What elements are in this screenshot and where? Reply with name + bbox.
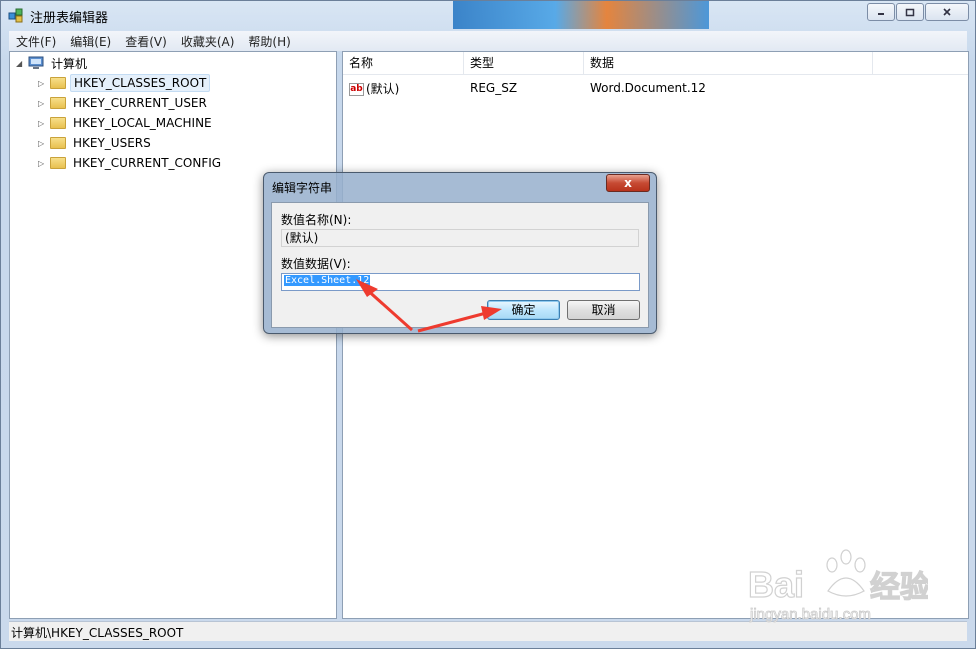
watermark-url: jingyan.baidu.com [749,606,871,623]
ok-button[interactable]: 确定 [487,300,560,320]
value-name-label: 数值名称(N): [281,213,352,227]
tree-item-hku[interactable]: ▷ HKEY_USERS [38,134,154,152]
tree-label-hklm: HKEY_LOCAL_MACHINE [73,116,212,130]
tree-item-hkcu[interactable]: ▷ HKEY_CURRENT_USER [38,94,210,112]
menu-file[interactable]: 文件(F) [9,33,63,50]
menu-favorites[interactable]: 收藏夹(A) [174,33,242,50]
value-name-field: (默认) [281,229,639,247]
minimize-button[interactable] [867,3,895,21]
regedit-icon [8,8,23,23]
key-tree-pane[interactable]: ◢ 计算机 ▷ HKEY_CLASSES_ROOT ▷ HKEY_CURRENT… [9,51,337,619]
tree-label-hkcr: HKEY_CLASSES_ROOT [70,74,211,92]
tree-label-hkcu: HKEY_CURRENT_USER [73,96,207,110]
caption-buttons [867,3,969,21]
close-window-button[interactable] [925,3,969,21]
expand-arrow-icon[interactable]: ▷ [38,99,48,108]
minimize-icon [878,13,884,15]
baidu-paw-logo: Bai 经验 jingyan.baidu.com [747,549,931,623]
folder-icon [50,117,66,129]
dialog-title: 编辑字符串 [272,181,333,195]
expand-arrow-icon[interactable]: ▷ [38,79,48,88]
menu-edit[interactable]: 编辑(E) [63,33,118,50]
close-icon [943,8,951,16]
expand-arrow-icon[interactable]: ▷ [38,139,48,148]
edit-string-dialog: 编辑字符串 x 数值名称(N): (默认) 数值数据(V): Excel.She… [263,172,657,334]
string-value-icon: ab [349,82,364,96]
cell-type: REG_SZ [470,81,518,95]
folder-icon [50,157,66,169]
menu-help[interactable]: 帮助(H) [241,33,297,50]
folder-icon [50,97,66,109]
collapse-arrow-icon[interactable]: ◢ [16,59,26,68]
tree-label-hkcc: HKEY_CURRENT_CONFIG [73,156,222,170]
folder-icon [50,137,66,149]
list-header: 名称 类型 数据 [343,52,968,75]
watermark-brand-cn: 经验 [870,570,928,604]
value-list-pane[interactable]: 名称 类型 数据 ab (默认) REG_SZ Word.Document.12 [342,51,969,619]
desktop-background-strip [453,1,709,29]
restore-button[interactable] [896,3,924,21]
column-header-name[interactable]: 名称 [343,52,464,74]
tree-item-hklm[interactable]: ▷ HKEY_LOCAL_MACHINE [38,114,215,132]
expand-arrow-icon[interactable]: ▷ [38,119,48,128]
table-row[interactable]: ab (默认) REG_SZ Word.Document.12 [343,78,968,98]
value-data-label: 数值数据(V): [281,257,351,271]
tree-item-computer[interactable]: ◢ 计算机 [16,54,90,72]
expand-arrow-icon[interactable]: ▷ [38,159,48,168]
status-path: 计算机\HKEY_CLASSES_ROOT [11,626,184,640]
cell-name: ab (默认) [343,80,464,97]
value-data-text: Excel.Sheet.12 [284,275,371,286]
folder-icon [50,77,66,89]
tree-label-hku: HKEY_USERS [73,136,151,150]
tree-label-computer: 计算机 [51,56,88,71]
value-data-input[interactable]: Excel.Sheet.12 [281,273,640,291]
column-header-data[interactable]: 数据 [584,52,873,74]
tree-item-hkcc[interactable]: ▷ HKEY_CURRENT_CONFIG [38,154,224,172]
tree-item-hkcr[interactable]: ▷ HKEY_CLASSES_ROOT [38,74,211,92]
menu-bar: 文件(F) 编辑(E) 查看(V) 收藏夹(A) 帮助(H) [9,31,967,51]
menu-view[interactable]: 查看(V) [118,33,174,50]
window-title: 注册表编辑器 [30,11,109,26]
cancel-button[interactable]: 取消 [567,300,640,320]
computer-icon [28,56,44,69]
restore-icon [905,8,915,17]
dialog-body: 数值名称(N): (默认) 数值数据(V): Excel.Sheet.12 确定… [271,202,649,328]
dialog-close-button[interactable]: x [606,174,650,192]
column-header-empty [873,52,968,74]
cell-data: Word.Document.12 [590,81,706,95]
column-header-type[interactable]: 类型 [464,52,584,74]
baidu-watermark: Bai 经验 jingyan.baidu.com [747,545,931,625]
svg-text:Bai: Bai [748,564,804,605]
title-bar: 注册表编辑器 [1,1,975,31]
value-name: (默认) [366,81,400,96]
